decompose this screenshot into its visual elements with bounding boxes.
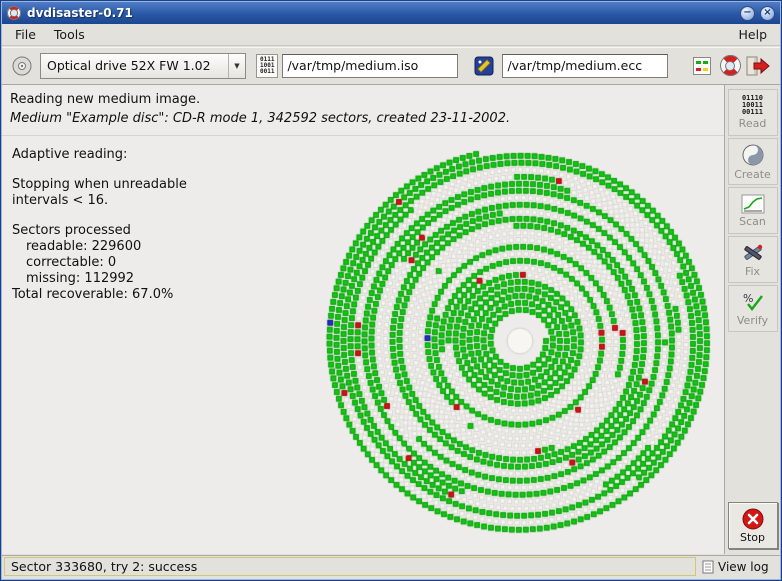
stopping-condition-line2: intervals < 16. bbox=[12, 193, 109, 208]
correctable-count: correctable: 0 bbox=[26, 255, 117, 270]
action-sidebar: 01110 10011 00111 Read Create Scan Fix %… bbox=[724, 85, 780, 554]
yin-yang-icon bbox=[742, 144, 763, 165]
medium-info-line: Medium "Example disc": CD-R mode 1, 3425… bbox=[10, 111, 511, 126]
missing-count: missing: 112992 bbox=[26, 271, 135, 286]
preferences-button[interactable] bbox=[688, 52, 716, 80]
stop-icon bbox=[742, 508, 763, 529]
help-button[interactable] bbox=[716, 52, 744, 80]
scan-button-label: Scan bbox=[739, 214, 766, 228]
adaptive-reading-label: Adaptive reading: bbox=[12, 147, 128, 162]
main-content: Reading new medium image. Medium "Exampl… bbox=[2, 85, 724, 554]
sectors-processed-label: Sectors processed bbox=[12, 223, 131, 238]
image-file-icon-row: 0011 bbox=[260, 67, 275, 75]
create-button[interactable]: Create bbox=[727, 138, 778, 185]
read-button-label: Read bbox=[738, 117, 767, 130]
statusbar: Sector 333680, try 2: success View log bbox=[2, 555, 780, 577]
view-log-label: View log bbox=[718, 559, 769, 574]
app-window: dvdisaster-0.71 − × File Tools Help Opti… bbox=[0, 0, 782, 581]
total-recoverable: Total recoverable: 67.0% bbox=[12, 287, 174, 302]
fix-button[interactable]: Fix bbox=[727, 236, 778, 283]
create-button-label: Create bbox=[734, 167, 771, 181]
menu-file[interactable]: File bbox=[6, 25, 45, 44]
image-file-input[interactable] bbox=[282, 53, 459, 78]
drive-icon bbox=[12, 56, 32, 75]
preferences-icon bbox=[693, 56, 711, 75]
scan-chart-icon bbox=[741, 194, 764, 213]
sector-spiral bbox=[310, 131, 724, 551]
drive-select-button[interactable] bbox=[8, 52, 36, 80]
minimize-button[interactable]: − bbox=[740, 5, 755, 21]
ecc-file-icon bbox=[474, 56, 494, 75]
view-log-button[interactable]: View log bbox=[698, 556, 780, 577]
image-file-icon[interactable]: 0111 1001 0011 bbox=[256, 53, 279, 78]
menu-tools[interactable]: Tools bbox=[45, 25, 94, 44]
readable-count: readable: 229600 bbox=[26, 239, 142, 254]
scan-button[interactable]: Scan bbox=[727, 187, 778, 234]
window-controls: − × bbox=[740, 5, 775, 21]
stop-button[interactable]: Stop bbox=[727, 502, 778, 549]
quit-icon bbox=[746, 56, 770, 75]
verify-button-label: Verify bbox=[736, 313, 769, 327]
drive-combobox-value: Optical drive 52X FW 1.02 bbox=[47, 58, 211, 73]
stop-button-label: Stop bbox=[739, 530, 765, 544]
verify-check-icon: % bbox=[743, 292, 763, 311]
titlebar[interactable]: dvdisaster-0.71 − × bbox=[2, 2, 780, 24]
lifebuoy-icon bbox=[719, 55, 741, 76]
page-header: Reading new medium image. Medium "Exampl… bbox=[2, 85, 724, 136]
log-icon bbox=[702, 560, 714, 573]
menubar: File Tools Help bbox=[2, 24, 780, 46]
fix-button-label: Fix bbox=[744, 264, 761, 278]
close-button[interactable]: × bbox=[760, 5, 775, 21]
reading-info: Adaptive reading: Stopping when unreadab… bbox=[12, 147, 187, 303]
window-title: dvdisaster-0.71 bbox=[27, 6, 133, 20]
ecc-file-input[interactable] bbox=[502, 53, 669, 78]
ecc-file-button[interactable] bbox=[470, 52, 498, 80]
read-button[interactable]: 01110 10011 00111 Read bbox=[727, 89, 778, 136]
svg-text:%: % bbox=[743, 292, 753, 305]
menu-help[interactable]: Help bbox=[730, 25, 777, 44]
drive-combobox[interactable]: Optical drive 52X FW 1.02 ▼ bbox=[40, 52, 246, 79]
toolbar: Optical drive 52X FW 1.02 ▼ 0111 1001 00… bbox=[2, 47, 780, 85]
chevron-down-icon: ▼ bbox=[228, 53, 245, 78]
fix-tools-icon bbox=[743, 244, 762, 260]
stopping-condition-line1: Stopping when unreadable bbox=[12, 177, 187, 192]
status-message: Sector 333680, try 2: success bbox=[4, 557, 696, 576]
status-line-primary: Reading new medium image. bbox=[10, 92, 201, 107]
binary-read-icon: 01110 10011 00111 bbox=[741, 94, 764, 116]
app-icon bbox=[7, 6, 21, 20]
verify-button[interactable]: % Verify bbox=[727, 285, 778, 332]
quit-button[interactable] bbox=[744, 52, 772, 80]
